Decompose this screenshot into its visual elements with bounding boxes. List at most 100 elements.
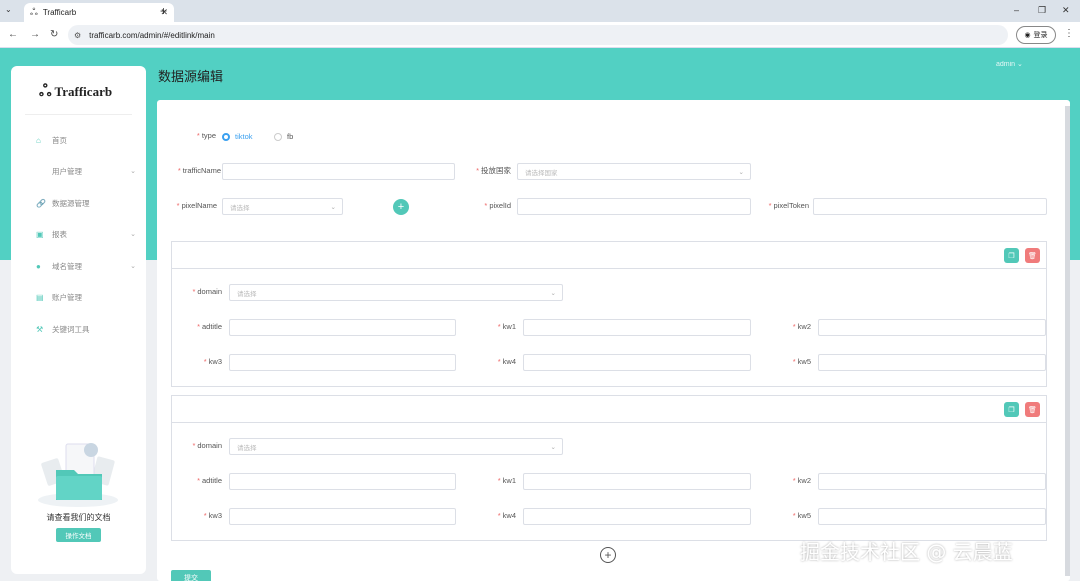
profile-label: 登录 (1033, 32, 1048, 39)
back-icon[interactable]: ← (8, 29, 18, 40)
watermark: 掘金技术社区 @ 云晨蓝 (800, 540, 1013, 564)
kw2-label: * kw2 (792, 322, 811, 331)
link-icon: 🔗 (36, 198, 46, 208)
domain-select[interactable]: 请选择 ⌄ (229, 284, 563, 301)
pixeltoken-label: * pixelToken (768, 201, 809, 210)
kw3-input[interactable] (229, 508, 456, 525)
copy-group-button[interactable]: ❐ (1004, 248, 1019, 263)
copy-icon: ❐ (1008, 406, 1015, 414)
sidebar-item-users[interactable]: 用户管理 ⌄ (52, 164, 136, 178)
minimize-icon[interactable]: – (1014, 5, 1019, 15)
domain-select[interactable]: 请选择 ⌄ (229, 438, 563, 455)
adtitle-label: * adtitle (197, 322, 222, 331)
user-menu[interactable]: admin ⌄ (996, 60, 1023, 68)
browser-menu-icon[interactable]: ⋮ (1064, 28, 1074, 39)
tab-search-icon[interactable]: ⌄ (5, 5, 12, 14)
sidebar-item-accounts[interactable]: ▤ 账户管理 (36, 290, 136, 304)
kw3-input[interactable] (229, 354, 456, 371)
country-select[interactable]: 请选择国家 ⌄ (517, 163, 751, 180)
home-icon: ⌂ (36, 135, 41, 145)
kw5-input[interactable] (818, 508, 1046, 525)
group-header: ❐ 🗑 (172, 396, 1046, 423)
new-tab-icon[interactable]: + (160, 4, 167, 18)
tool-icon: ⚒ (36, 324, 44, 334)
sidebar-item-label: 首页 (52, 135, 67, 145)
pixelname-placeholder: 请选择 (230, 204, 250, 212)
adtitle-input[interactable] (229, 319, 456, 336)
user-name: admin (996, 61, 1016, 68)
kw5-input[interactable] (818, 354, 1046, 371)
add-pixel-button[interactable]: + (393, 199, 409, 215)
radio-checked-icon (222, 132, 230, 141)
kw4-label: * kw4 (497, 511, 516, 520)
chevron-down-icon: ⌄ (1017, 61, 1023, 68)
kw1-input[interactable] (523, 319, 751, 336)
kw1-input[interactable] (523, 473, 751, 490)
folder-illustration-icon (38, 443, 118, 507)
site-info-icon[interactable]: ⚙ (74, 31, 81, 40)
kw4-label: * kw4 (497, 357, 516, 366)
trafficname-input[interactable] (222, 163, 455, 180)
delete-group-button[interactable]: 🗑 (1025, 402, 1040, 417)
scrollbar[interactable] (1065, 106, 1070, 576)
address-bar[interactable]: ⚙ trafficarb.com/admin/#/editlink/main (68, 25, 1008, 45)
kw2-input[interactable] (818, 473, 1046, 490)
adtitle-input[interactable] (229, 473, 456, 490)
copy-icon: ❐ (1008, 252, 1015, 260)
trash-icon: 🗑 (1028, 406, 1037, 414)
domain-group: ❐ 🗑 * domain 请选择 ⌄ * adtitle * kw1 * kw2 * kw… (171, 241, 1047, 387)
logo-icon: ஃ (39, 83, 52, 100)
submit-button[interactable]: 提交 (171, 570, 211, 581)
sidebar-item-keyword-tool[interactable]: ⚒ 关键词工具 (36, 322, 136, 336)
edit-form-card: * type tiktok fb * trafficName * 投放国家 请选择国家… (157, 100, 1070, 581)
radio-label: fb (287, 132, 294, 141)
kw4-input[interactable] (523, 354, 751, 371)
group-header: ❐ 🗑 (172, 242, 1046, 269)
sidebar-item-label: 用户管理 (52, 166, 82, 176)
pixelid-label: * pixelId (484, 201, 511, 210)
radio-fb[interactable]: fb (274, 132, 293, 141)
reload-icon[interactable]: ↻ (50, 29, 58, 40)
domain-group: ❐ 🗑 * domain 请选择 ⌄ * adtitle * kw1 * kw2 * kw… (171, 395, 1047, 541)
chevron-down-icon: ⌄ (130, 231, 136, 238)
pixelname-select[interactable]: 请选择 ⌄ (222, 198, 343, 215)
page-title: 数据源编辑 (158, 69, 224, 84)
radio-tiktok[interactable]: tiktok (222, 132, 253, 141)
forward-icon[interactable]: → (30, 29, 40, 40)
page-viewport: ஃ Trafficarb ⌂ 首页 用户管理 ⌄ 🔗 数据源管理 ▣ 报表 ⌄ … (0, 48, 1080, 581)
logo[interactable]: ஃ Trafficarb (39, 82, 112, 102)
sidebar-item-label: 报表 (52, 229, 67, 239)
browser-tab[interactable]: ஃ Trafficarb ✕ (24, 3, 174, 22)
sidebar-item-reports[interactable]: ▣ 报表 ⌄ (36, 227, 136, 241)
pixeltoken-input[interactable] (813, 198, 1047, 215)
plus-circle-icon: + (604, 548, 612, 562)
close-window-icon[interactable]: ✕ (1062, 5, 1070, 16)
logo-text: Trafficarb (54, 84, 113, 99)
sidebar-item-home[interactable]: ⌂ 首页 (36, 133, 136, 147)
kw1-label: * kw1 (497, 476, 516, 485)
sidebar-item-label: 关键词工具 (52, 324, 90, 334)
domain-label: * domain (192, 441, 222, 450)
sidebar-item-domains[interactable]: ● 域名管理 ⌄ (36, 259, 136, 273)
radio-unchecked-icon (274, 132, 282, 141)
chevron-down-icon: ⌄ (130, 168, 136, 175)
kw5-label: * kw5 (792, 511, 811, 520)
docs-prompt: 请查看我们的文档 (46, 513, 111, 522)
url-text: trafficarb.com/admin/#/editlink/main (89, 30, 215, 40)
restore-icon[interactable]: ❐ (1038, 5, 1046, 16)
kw4-input[interactable] (523, 508, 751, 525)
profile-button[interactable]: ◉ 登录 (1016, 26, 1056, 44)
chevron-down-icon: ⌄ (550, 443, 556, 451)
docs-button[interactable]: 操作文档 (56, 528, 101, 542)
kw2-input[interactable] (818, 319, 1046, 336)
copy-group-button[interactable]: ❐ (1004, 402, 1019, 417)
delete-group-button[interactable]: 🗑 (1025, 248, 1040, 263)
tab-title: Trafficarb (42, 8, 77, 17)
pixelname-label: * pixelName (176, 201, 217, 210)
sidebar-item-label: 账户管理 (52, 292, 82, 302)
pixelid-input[interactable] (517, 198, 751, 215)
add-group-button[interactable]: + (600, 547, 616, 563)
sidebar-item-datasource[interactable]: 🔗 数据源管理 (36, 196, 136, 210)
favicon-icon: ஃ (30, 6, 38, 18)
kw5-label: * kw5 (792, 357, 811, 366)
